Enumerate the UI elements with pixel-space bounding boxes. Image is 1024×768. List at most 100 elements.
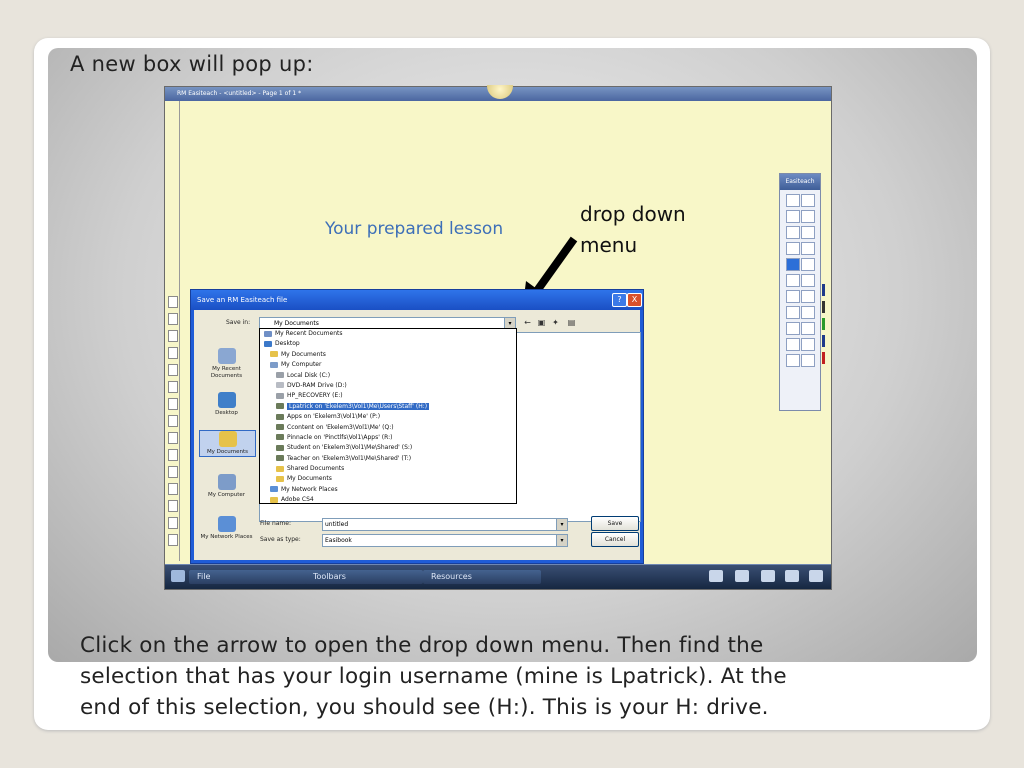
- keyboard-icon[interactable]: [761, 570, 775, 582]
- dropdown-item[interactable]: Shared Documents: [260, 464, 516, 474]
- layer-icon[interactable]: [801, 322, 815, 335]
- dropdown-item-label: My Documents: [287, 475, 332, 483]
- tool-icon[interactable]: [801, 354, 815, 367]
- tool-icon[interactable]: [168, 534, 178, 546]
- save-as-type-select[interactable]: Easibook ▾: [322, 534, 568, 547]
- caption-line: Click on the arrow to open the drop down…: [80, 633, 764, 658]
- blue-pen-icon[interactable]: [822, 335, 825, 347]
- pagecurl-icon[interactable]: [785, 570, 799, 582]
- wrench-icon[interactable]: [786, 354, 800, 367]
- resources-menu[interactable]: Resources: [423, 570, 541, 584]
- dropdown-item[interactable]: Adobe CS4: [260, 495, 516, 503]
- tool-icon[interactable]: [168, 381, 178, 393]
- tool-icon[interactable]: [168, 466, 178, 478]
- zoom-in-icon[interactable]: [786, 290, 800, 303]
- dropdown-item[interactable]: My Recent Documents: [260, 329, 516, 339]
- arrange-icon[interactable]: [801, 338, 815, 351]
- place-desktop[interactable]: Desktop: [199, 392, 254, 417]
- close-button[interactable]: X: [627, 293, 642, 307]
- drive-folder-icon: [276, 465, 284, 472]
- zoom-out-icon[interactable]: [801, 290, 815, 303]
- red-pen-icon[interactable]: [822, 352, 825, 364]
- file-menu[interactable]: File: [189, 570, 307, 584]
- dropdown-item[interactable]: Ccontent on 'Ekelem3\Vol1\Me' (Q:): [260, 423, 516, 433]
- place-my-documents[interactable]: My Documents: [199, 430, 256, 457]
- tool-icon[interactable]: [168, 483, 178, 495]
- fill-tool-icon[interactable]: [801, 242, 815, 255]
- tool-icon[interactable]: [168, 432, 178, 444]
- save-in-label: Save in:: [226, 319, 251, 326]
- back-icon[interactable]: ←: [522, 317, 533, 328]
- redo-icon[interactable]: [801, 274, 815, 287]
- dropdown-item[interactable]: HP_RECOVERY (E:): [260, 391, 516, 401]
- tool-icon[interactable]: [168, 347, 178, 359]
- dropdown-item-label: Ccontent on 'Ekelem3\Vol1\Me' (Q:): [287, 423, 394, 431]
- copy-icon[interactable]: [801, 306, 815, 319]
- line-tool-icon[interactable]: [786, 226, 800, 239]
- dropdown-item[interactable]: My Computer: [260, 360, 516, 370]
- blue-pen-icon[interactable]: [822, 284, 825, 296]
- tool-icon[interactable]: [168, 313, 178, 325]
- new-folder-icon[interactable]: ✦: [550, 317, 561, 328]
- dropdown-item[interactable]: My Documents: [260, 474, 516, 484]
- page-icon[interactable]: [709, 570, 723, 582]
- undo-icon[interactable]: [786, 274, 800, 287]
- dropdown-item[interactable]: My Documents: [260, 350, 516, 360]
- black-pen-icon[interactable]: [822, 301, 825, 313]
- up-folder-icon[interactable]: ▣: [536, 317, 547, 328]
- view-menu-icon[interactable]: ▤: [566, 317, 577, 328]
- border-tool-icon[interactable]: [801, 258, 815, 271]
- cut-icon[interactable]: [786, 306, 800, 319]
- eraser-tool-icon[interactable]: [801, 210, 815, 223]
- help-button[interactable]: ?: [612, 293, 627, 307]
- place-my-computer[interactable]: My Computer: [199, 474, 254, 499]
- dropdown-item[interactable]: Apps on 'Ekelem3\Vol1\Me' (P:): [260, 412, 516, 422]
- cancel-button[interactable]: Cancel: [591, 532, 639, 547]
- color-swatch-icon[interactable]: [786, 258, 800, 271]
- dialog-body: Save in: My Documents ▾ ← ▣ ✦ ▤ My Recen…: [194, 310, 641, 560]
- save-as-type-value: Easibook: [325, 537, 352, 544]
- palette-title: Easiteach: [780, 174, 820, 190]
- tools-icon[interactable]: [735, 570, 749, 582]
- dropdown-item[interactable]: Student on 'Ekelem3\Vol1\Me\Shared' (S:): [260, 443, 516, 453]
- dropdown-item[interactable]: Lpatrick on 'Ekelem3\Vol1\Me\Users\Staff…: [260, 402, 516, 412]
- group-icon[interactable]: [786, 322, 800, 335]
- caption-line: end of this selection, you should see (H…: [80, 695, 769, 720]
- chevron-down-icon[interactable]: ▾: [556, 519, 567, 530]
- dropdown-item[interactable]: Desktop: [260, 339, 516, 349]
- text-tool-icon[interactable]: [801, 226, 815, 239]
- dropdown-item-label: Local Disk (C:): [287, 371, 331, 379]
- tool-icon[interactable]: [168, 449, 178, 461]
- annotation-label: drop down menu: [580, 199, 686, 261]
- dropdown-item[interactable]: Local Disk (C:): [260, 371, 516, 381]
- arrow-icon[interactable]: [786, 338, 800, 351]
- place-recent[interactable]: My Recent Documents: [199, 348, 254, 380]
- page-curl-icon[interactable]: [171, 570, 185, 582]
- tool-icon[interactable]: [168, 415, 178, 427]
- chevron-down-icon[interactable]: ▾: [556, 535, 567, 546]
- pen-tool-icon[interactable]: [801, 194, 815, 207]
- dropdown-item[interactable]: Teacher on 'Ekelem3\Vol1\Me\Shared' (T:): [260, 454, 516, 464]
- pencil-tool-icon[interactable]: [786, 210, 800, 223]
- dropdown-item[interactable]: My Network Places: [260, 485, 516, 495]
- place-network[interactable]: My Network Places: [199, 516, 254, 541]
- shape-tool-icon[interactable]: [786, 242, 800, 255]
- green-pen-icon[interactable]: [822, 318, 825, 330]
- tool-icon[interactable]: [168, 398, 178, 410]
- save-button[interactable]: Save: [591, 516, 639, 531]
- pen-strip: [819, 279, 829, 369]
- place-label: My Documents: [206, 449, 249, 455]
- dropdown-item[interactable]: Pinnacle on 'Pinctlfs\Vol1\Apps' (R:): [260, 433, 516, 443]
- tool-icon[interactable]: [168, 364, 178, 376]
- file-name-input[interactable]: untitled ▾: [322, 518, 568, 531]
- dropdown-item[interactable]: DVD-RAM Drive (D:): [260, 381, 516, 391]
- tool-icon[interactable]: [168, 296, 178, 308]
- tool-icon[interactable]: [168, 330, 178, 342]
- select-tool-icon[interactable]: [786, 194, 800, 207]
- tool-icon[interactable]: [168, 517, 178, 529]
- toolbars-menu[interactable]: Toolbars: [305, 570, 423, 584]
- tool-icon[interactable]: [168, 500, 178, 512]
- dialog-titlebar: Save an RM Easiteach file ? X: [191, 290, 643, 310]
- trash-icon[interactable]: [809, 570, 823, 582]
- network-icon: [217, 516, 236, 532]
